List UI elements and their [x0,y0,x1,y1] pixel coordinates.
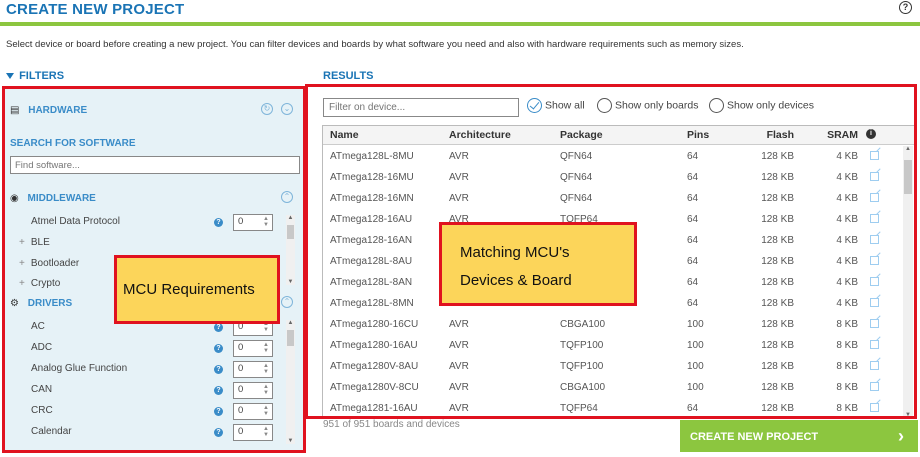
matching-callout-line1: Matching MCU's [460,244,570,261]
drivers-collapse-icon[interactable]: ⌃ [281,296,293,308]
help-question-icon[interactable]: ? [214,323,223,332]
stepper-arrows-icon[interactable]: ▲ ▼ [263,405,269,417]
middleware-item-bootloader[interactable]: + Bootloader [19,258,79,269]
stepper-arrows-icon[interactable]: ▲ ▼ [263,426,269,438]
middleware-item-crypto[interactable]: + Crypto [19,278,60,289]
driver-item-ac: AC [31,321,45,332]
middleware-scrollbar[interactable]: ▲ ▼ [286,215,295,285]
middleware-item-label: Crypto [30,278,61,289]
middleware-item-ble[interactable]: + BLE [19,237,50,248]
scrollbar-thumb[interactable] [287,330,294,346]
driver-item-analog-glue-function: Analog Glue Function [31,363,128,374]
help-question-icon[interactable]: ? [214,386,223,395]
stepper-arrows-icon[interactable]: ▲ ▼ [263,363,269,375]
driver-quantity-stepper[interactable]: 0 ▲ ▼ [233,382,273,399]
stepper-arrows-icon[interactable]: ▲ ▼ [263,342,269,354]
results-count: 951 of 951 boards and devices [323,419,460,430]
expand-plus-icon[interactable]: + [19,258,25,269]
help-question-icon[interactable]: ? [214,407,223,416]
filters-heading-label: FILTERS [19,70,65,82]
stepper-arrows-icon[interactable]: ▲ ▼ [263,216,269,228]
page-description: Select device or board before creating a… [6,39,744,50]
drivers-scrollbar[interactable]: ▲ ▼ [286,320,295,444]
driver-item-adc: ADC [31,342,53,353]
scroll-down-icon[interactable]: ▼ [286,438,295,444]
hardware-group-head[interactable]: ▤ HARDWARE [10,105,87,116]
help-question-icon[interactable]: ? [214,365,223,374]
reset-icon[interactable]: ↻ [261,103,273,115]
expand-plus-icon[interactable]: + [19,237,25,248]
hardware-label: HARDWARE [28,105,88,116]
results-heading: RESULTS [323,70,374,82]
scrollbar-thumb[interactable] [287,225,294,239]
stepper-value: 0 [238,363,244,374]
scroll-down-icon[interactable]: ▼ [286,279,295,285]
gear-icon: ⚙ [10,298,19,309]
middleware-group-head[interactable]: ◉ MIDDLEWARE [10,193,96,204]
help-question-icon[interactable]: ? [214,218,223,227]
scroll-up-icon[interactable]: ▲ [286,215,295,221]
help-question-icon[interactable]: ? [214,428,223,437]
stepper-value: 0 [238,426,244,437]
stepper-arrows-icon[interactable]: ▲ ▼ [263,384,269,396]
stepper-value: 0 [238,342,244,353]
matching-callout-line2: Devices & Board [460,272,572,289]
scroll-up-icon[interactable]: ▲ [286,320,295,326]
matching-mcu-callout: Matching MCU's Devices & Board [439,222,637,306]
create-new-project-button[interactable]: CREATE NEW PROJECT › [680,420,918,452]
filters-heading: FILTERS [6,70,64,82]
driver-quantity-stepper[interactable]: 0 ▲ ▼ [233,424,273,441]
page-title: CREATE NEW PROJECT [6,1,185,18]
help-icon[interactable]: ? [899,1,912,14]
driver-item-crc: CRC [31,405,53,416]
drivers-group-head[interactable]: ⚙ DRIVERS [10,298,72,309]
layers-icon: ◉ [10,193,19,204]
expand-plus-icon[interactable]: + [19,278,25,289]
stepper-value: 0 [238,405,244,416]
stepper-value: 0 [238,384,244,395]
middleware-item-label: BLE [30,237,50,248]
mcu-requirements-callout: MCU Requirements [114,255,280,324]
middleware-item-label: Bootloader [30,258,80,269]
create-button-label: CREATE NEW PROJECT [690,431,819,443]
driver-quantity-stepper[interactable]: 0 ▲ ▼ [233,361,273,378]
driver-item-calendar: Calendar [31,426,72,437]
help-question-icon[interactable]: ? [214,344,223,353]
drivers-label: DRIVERS [27,298,73,309]
middleware-label: MIDDLEWARE [27,193,96,204]
middleware-quantity-stepper[interactable]: 0 ▲ ▼ [233,214,273,231]
hardware-chip-icon: ▤ [10,105,20,116]
middleware-item-atmel-data-protocol: Atmel Data Protocol [31,216,120,227]
hardware-collapse-icon[interactable]: ⌄ [281,103,293,115]
search-software-label: SEARCH FOR SOFTWARE [10,138,136,149]
filter-icon [6,73,14,79]
search-software-input[interactable] [10,156,300,174]
driver-quantity-stepper[interactable]: 0 ▲ ▼ [233,340,273,357]
title-divider [0,22,920,26]
stepper-value: 0 [238,216,244,227]
middleware-collapse-icon[interactable]: ⌃ [281,191,293,203]
chevron-right-icon: › [898,426,904,446]
driver-quantity-stepper[interactable]: 0 ▲ ▼ [233,403,273,420]
driver-item-can: CAN [31,384,53,395]
